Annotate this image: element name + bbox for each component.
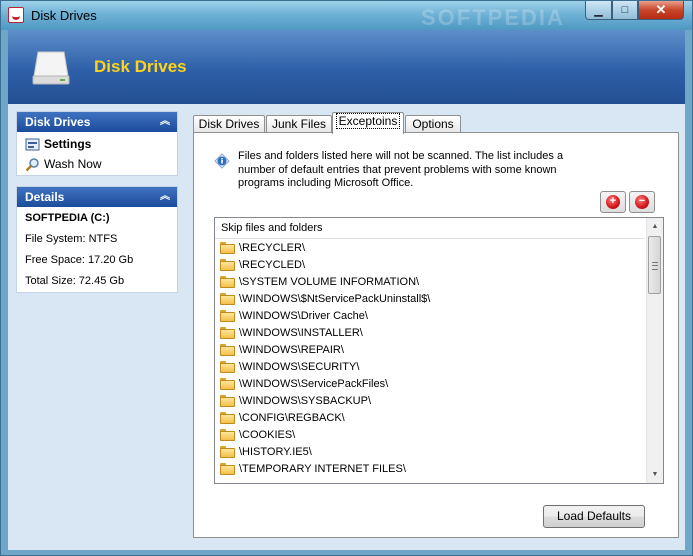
info-icon [214, 153, 230, 169]
load-defaults-button[interactable]: Load Defaults [543, 505, 645, 528]
folder-icon [220, 360, 235, 373]
scroll-down-icon[interactable]: ▼ [647, 466, 663, 483]
list-item-label: \WINDOWS\ServicePackFiles\ [239, 377, 389, 390]
list-item-label: \RECYCLED\ [239, 258, 306, 271]
list-item-label: \TEMPORARY INTERNET FILES\ [239, 462, 406, 475]
add-exception-button[interactable]: + [600, 191, 626, 213]
close-button[interactable]: ✕ [638, 1, 684, 20]
vertical-scrollbar[interactable]: ▲ ▼ [646, 218, 663, 483]
content-area: Disk Drives ︽ Settings Wash Now Details … [8, 104, 685, 550]
tab-label: Disk Drives [198, 117, 260, 131]
sidebar-item-label: Wash Now [44, 157, 102, 171]
client-area: Disk Drives Disk Drives ︽ Settings Wash … [8, 30, 685, 550]
folder-icon [220, 411, 235, 424]
exceptions-list[interactable]: Skip files and folders \RECYCLER\ \RECYCL… [214, 217, 664, 484]
scroll-thumb[interactable] [648, 236, 661, 294]
list-item-label: \COOKIES\ [239, 428, 296, 441]
list-item[interactable]: \TEMPORARY INTERNET FILES\ [215, 460, 645, 477]
magnifier-icon [25, 157, 40, 172]
list-item[interactable]: \WINDOWS\SECURITY\ [215, 358, 645, 375]
list-item-label: \CONFIG\REGBACK\ [239, 411, 345, 424]
list-item-label: \WINDOWS\INSTALLER\ [239, 326, 363, 339]
free-space: Free Space: 17.20 Gb [25, 254, 134, 266]
folder-icon [220, 309, 235, 322]
app-window: Disk Drives SOFTPEDIA ▁ □ ✕ Disk Drives … [0, 0, 693, 556]
total-size: Total Size: 72.45 Gb [25, 275, 125, 287]
folder-icon [220, 275, 235, 288]
window-title: Disk Drives [31, 8, 97, 23]
tab-label: Junk Files [271, 117, 327, 131]
main-area: Disk Drives Junk Files Exceptoins Option… [187, 104, 685, 550]
exceptions-panel: Files and folders listed here will not b… [193, 132, 679, 538]
list-item-label: \WINDOWS\SYSBACKUP\ [239, 394, 372, 407]
folder-icon [220, 343, 235, 356]
folder-icon [220, 326, 235, 339]
list-item-label: \SYSTEM VOLUME INFORMATION\ [239, 275, 420, 288]
title-bar[interactable]: Disk Drives SOFTPEDIA ▁ □ ✕ [1, 1, 692, 30]
tab-exceptions[interactable]: Exceptoins [332, 112, 404, 134]
list-item[interactable]: \WINDOWS\INSTALLER\ [215, 324, 645, 341]
scroll-up-icon[interactable]: ▲ [647, 218, 663, 235]
list-item[interactable]: \CONFIG\REGBACK\ [215, 409, 645, 426]
folder-icon [220, 292, 235, 305]
list-item-label: \WINDOWS\Driver Cache\ [239, 309, 368, 322]
disk-drive-icon [32, 51, 70, 85]
list-item-label: \WINDOWS\SECURITY\ [239, 360, 360, 373]
details-panel: Details ︽ SOFTPEDIA (C:) File System: NT… [16, 186, 178, 293]
info-text: Files and folders listed here will not b… [238, 150, 564, 189]
list-item[interactable]: \SYSTEM VOLUME INFORMATION\ [215, 273, 645, 290]
list-item[interactable]: \HISTORY.IE5\ [215, 443, 645, 460]
folder-icon [220, 241, 235, 254]
remove-exception-button[interactable]: − [629, 191, 655, 213]
tab-disk-drives[interactable]: Disk Drives [193, 115, 265, 133]
sidebar-item-label: Settings [44, 137, 92, 151]
header-banner: Disk Drives [8, 30, 685, 104]
folder-icon [220, 258, 235, 271]
drive-name: SOFTPEDIA (C:) [25, 212, 110, 224]
details-panel-title: Details [25, 190, 65, 204]
folder-icon [220, 428, 235, 441]
list-item[interactable]: \RECYCLER\ [215, 239, 645, 256]
tab-options[interactable]: Options [405, 115, 461, 133]
list-item[interactable]: \WINDOWS\SYSBACKUP\ [215, 392, 645, 409]
remove-icon: − [635, 195, 649, 209]
sidebar-item-wash-now[interactable]: Wash Now [17, 154, 177, 174]
folder-icon [220, 377, 235, 390]
add-icon: + [606, 195, 620, 209]
list-item[interactable]: \WINDOWS\$NtServicePackUninstall$\ [215, 290, 645, 307]
folder-icon [220, 462, 235, 475]
file-system: File System: NTFS [25, 233, 118, 245]
nav-panel-title: Disk Drives [25, 115, 91, 129]
grip-icon [652, 262, 658, 270]
list-item[interactable]: \COOKIES\ [215, 426, 645, 443]
list-item[interactable]: \RECYCLED\ [215, 256, 645, 273]
details-panel-header[interactable]: Details ︽ [17, 187, 177, 207]
list-item-label: \HISTORY.IE5\ [239, 445, 312, 458]
tab-junk-files[interactable]: Junk Files [266, 115, 332, 133]
nav-panel-header[interactable]: Disk Drives ︽ [17, 112, 177, 132]
banner-title: Disk Drives [94, 57, 187, 76]
minimize-button[interactable]: ▁ [585, 1, 612, 20]
folder-icon [220, 445, 235, 458]
settings-icon [25, 137, 40, 152]
list-items: \RECYCLER\ \RECYCLED\ \SYSTEM VOLUME INFOR… [215, 239, 645, 477]
nav-panel: Disk Drives ︽ Settings Wash Now [16, 111, 178, 176]
folder-icon [220, 394, 235, 407]
list-item[interactable]: \WINDOWS\Driver Cache\ [215, 307, 645, 324]
app-icon [8, 7, 24, 23]
collapse-icon[interactable]: ︽ [160, 187, 170, 207]
tab-label: Options [412, 117, 454, 131]
list-header: Skip files and folders [215, 218, 645, 239]
tab-label: Exceptoins [335, 113, 401, 129]
maximize-button[interactable]: □ [612, 1, 638, 20]
sidebar-item-settings[interactable]: Settings [17, 134, 177, 154]
list-item[interactable]: \WINDOWS\REPAIR\ [215, 341, 645, 358]
list-item-label: \WINDOWS\REPAIR\ [239, 343, 344, 356]
list-item-label: \WINDOWS\$NtServicePackUninstall$\ [239, 292, 431, 305]
watermark: SOFTPEDIA [421, 5, 565, 30]
list-item[interactable]: \WINDOWS\ServicePackFiles\ [215, 375, 645, 392]
collapse-icon[interactable]: ︽ [160, 112, 170, 132]
list-item-label: \RECYCLER\ [239, 241, 306, 254]
